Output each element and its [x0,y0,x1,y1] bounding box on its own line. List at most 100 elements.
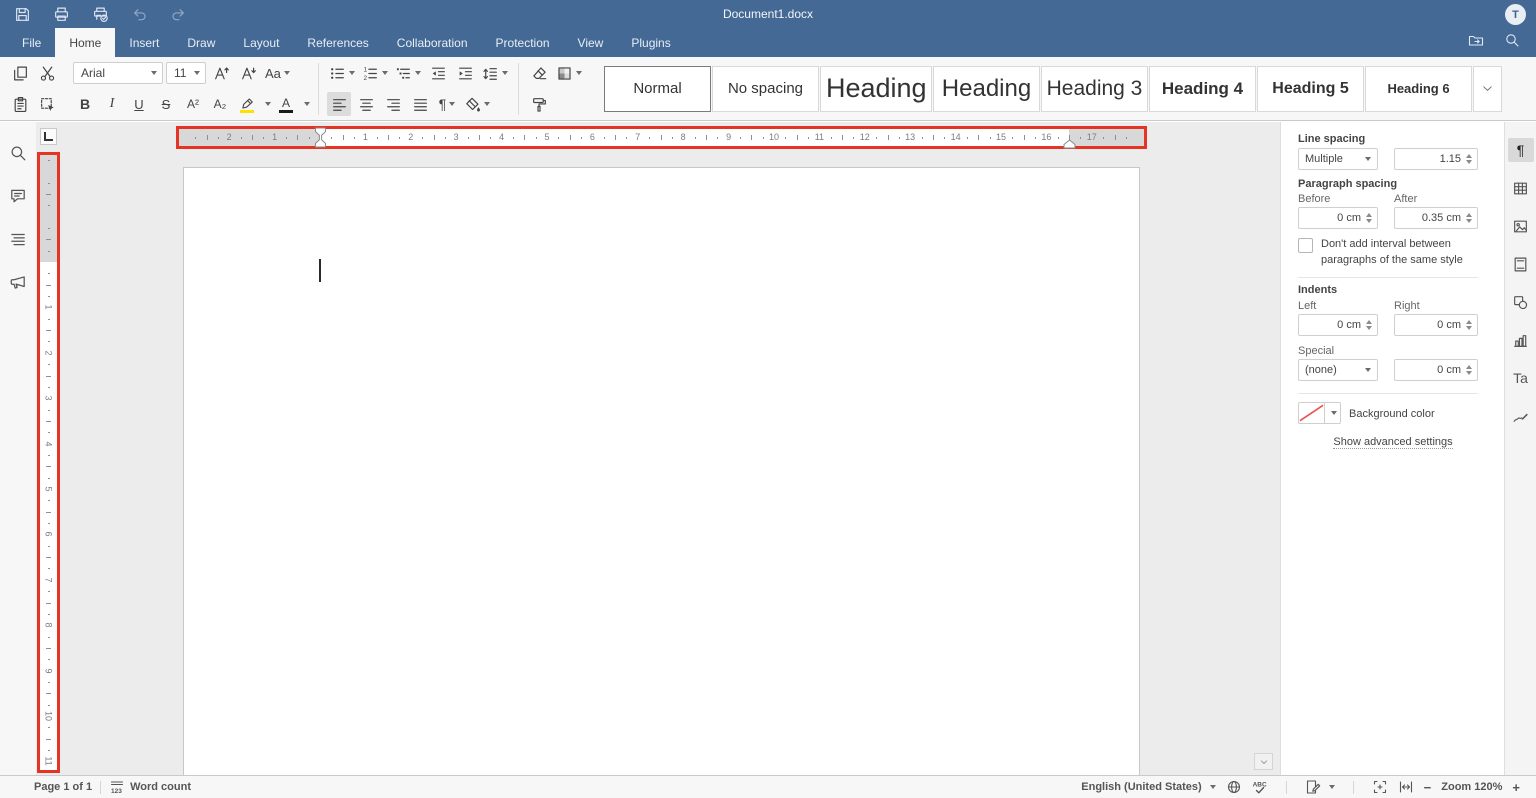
zoom-in-button[interactable]: + [1512,780,1520,795]
right-indent-marker[interactable] [1063,136,1076,146]
navigation-button[interactable] [9,230,27,253]
background-color-dropdown[interactable] [1325,402,1341,424]
interval-checkbox[interactable] [1298,238,1313,253]
spinner-arrows-icon[interactable] [1466,154,1472,164]
tab-stop-selector[interactable] [40,128,57,145]
word-count-button[interactable]: 123 Word count [109,779,191,795]
feedback-button[interactable] [9,273,27,296]
bullets-button[interactable] [327,61,357,85]
bold-button[interactable]: B [73,92,97,116]
spacing-before-spinner[interactable]: 0 cm [1298,207,1378,229]
signature-settings-button[interactable] [1508,404,1534,428]
scrollbar-down-button[interactable] [1254,753,1273,770]
line-spacing-amount-spinner[interactable]: 1.15 [1394,148,1478,170]
highlight-color-button[interactable] [235,92,259,116]
language-button[interactable]: English (United States) [1081,781,1215,793]
change-case-button[interactable]: Aa [263,61,292,85]
redo-button[interactable] [170,6,187,23]
search-button[interactable] [1504,32,1520,53]
indent-right-spinner[interactable]: 0 cm [1394,314,1478,336]
indent-left-spinner[interactable]: 0 cm [1298,314,1378,336]
spinner-arrows-icon[interactable] [1466,320,1472,330]
shading-button[interactable] [462,92,492,116]
header-footer-settings-button[interactable] [1508,252,1534,276]
multilevel-list-button[interactable] [393,61,423,85]
zoom-out-button[interactable]: − [1424,780,1432,795]
quick-print-button[interactable] [92,6,109,23]
style-heading-6[interactable]: Heading 6 [1365,66,1472,112]
style-heading-1[interactable]: Heading 1 [820,66,932,112]
track-changes-button[interactable] [1305,779,1335,795]
spinner-arrows-icon[interactable] [1466,365,1472,375]
style-no-spacing[interactable]: No spacing [712,66,819,112]
tab-protection[interactable]: Protection [482,28,564,57]
align-right-button[interactable] [381,92,405,116]
align-center-button[interactable] [354,92,378,116]
tab-home[interactable]: Home [55,28,115,57]
copy-button[interactable] [8,61,32,85]
spinner-arrows-icon[interactable] [1466,213,1472,223]
font-color-button[interactable]: A [274,92,298,116]
find-button[interactable] [9,144,27,167]
style-heading-3[interactable]: Heading 3 [1041,66,1148,112]
nonprinting-characters-button[interactable]: ¶ [435,92,459,116]
tab-view[interactable]: View [564,28,618,57]
tab-plugins[interactable]: Plugins [617,28,684,57]
spinner-arrows-icon[interactable] [1366,213,1372,223]
spell-check-button[interactable]: ABC [1252,779,1268,795]
text-art-settings-button[interactable]: Ta [1508,366,1534,390]
style-heading-5[interactable]: Heading 5 [1257,66,1364,112]
font-family-select[interactable]: Arial [73,62,163,84]
superscript-button[interactable]: A² [181,92,205,116]
spinner-arrows-icon[interactable] [1366,320,1372,330]
style-heading-4[interactable]: Heading 4 [1149,66,1256,112]
style-heading[interactable]: Heading [933,66,1040,112]
tab-references[interactable]: References [293,28,382,57]
line-spacing-button[interactable] [480,61,510,85]
align-justify-button[interactable] [408,92,432,116]
style-normal[interactable]: Normal [604,66,711,112]
line-spacing-select[interactable]: Multiple [1298,148,1378,170]
save-button[interactable] [14,6,31,23]
styles-expand-button[interactable] [1473,66,1502,112]
vertical-ruler[interactable]: 1234567891011 [37,152,60,773]
copy-style-button[interactable] [527,92,551,116]
select-all-button[interactable] [35,92,59,116]
indent-marker[interactable] [314,127,327,148]
open-file-location-button[interactable] [1468,32,1484,53]
tab-insert[interactable]: Insert [115,28,173,57]
show-advanced-settings-link[interactable]: Show advanced settings [1333,436,1452,449]
color-scheme-button[interactable] [554,61,584,85]
page-number-button[interactable]: Page 1 of 1 [34,781,92,793]
underline-button[interactable]: U [127,92,151,116]
background-color-picker[interactable] [1298,402,1341,424]
tab-file[interactable]: File [8,28,55,57]
document-page[interactable] [184,168,1139,775]
decrease-font-button[interactable] [236,61,260,85]
interval-checkbox-label[interactable]: Don't add interval between paragraphs of… [1321,237,1476,269]
shape-settings-button[interactable] [1508,290,1534,314]
fit-to-width-button[interactable] [1398,779,1414,795]
spacing-after-spinner[interactable]: 0.35 cm [1394,207,1478,229]
increase-font-button[interactable] [209,61,233,85]
cut-button[interactable] [35,61,59,85]
tab-draw[interactable]: Draw [173,28,229,57]
paste-button[interactable] [8,92,32,116]
special-select[interactable]: (none) [1298,359,1378,381]
document-language-button[interactable] [1226,779,1242,795]
comments-button[interactable] [9,187,27,210]
decrease-indent-button[interactable] [426,61,450,85]
tab-collaboration[interactable]: Collaboration [383,28,482,57]
increase-indent-button[interactable] [453,61,477,85]
clear-style-button[interactable] [527,61,551,85]
italic-button[interactable]: I [100,92,124,116]
strikethrough-button[interactable]: S [154,92,178,116]
subscript-button[interactable]: A₂ [208,92,232,116]
avatar[interactable]: T [1505,4,1526,25]
print-button[interactable] [53,6,70,23]
fit-to-page-button[interactable] [1372,779,1388,795]
numbering-button[interactable]: 12 [360,61,390,85]
paragraph-settings-button[interactable]: ¶ [1508,138,1534,162]
undo-button[interactable] [131,6,148,23]
tab-layout[interactable]: Layout [229,28,293,57]
